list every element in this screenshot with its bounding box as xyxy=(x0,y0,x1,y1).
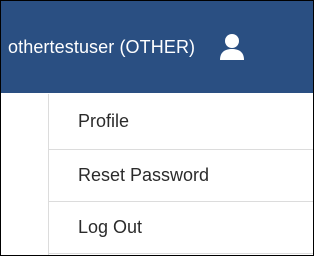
menu-item-reset-password[interactable]: Reset Password xyxy=(49,150,313,202)
menu-item-profile[interactable]: Profile xyxy=(49,94,313,150)
screenshot-frame: othertestuser (OTHER) Profile Reset Pass… xyxy=(0,0,314,256)
top-navbar: othertestuser (OTHER) xyxy=(1,1,313,93)
user-dropdown-menu: Profile Reset Password Log Out xyxy=(48,94,313,255)
user-name-label: othertestuser (OTHER) xyxy=(8,36,196,57)
user-icon[interactable] xyxy=(219,33,245,61)
user-menu-toggle[interactable]: othertestuser (OTHER) xyxy=(8,33,245,61)
menu-item-log-out[interactable]: Log Out xyxy=(49,202,313,254)
